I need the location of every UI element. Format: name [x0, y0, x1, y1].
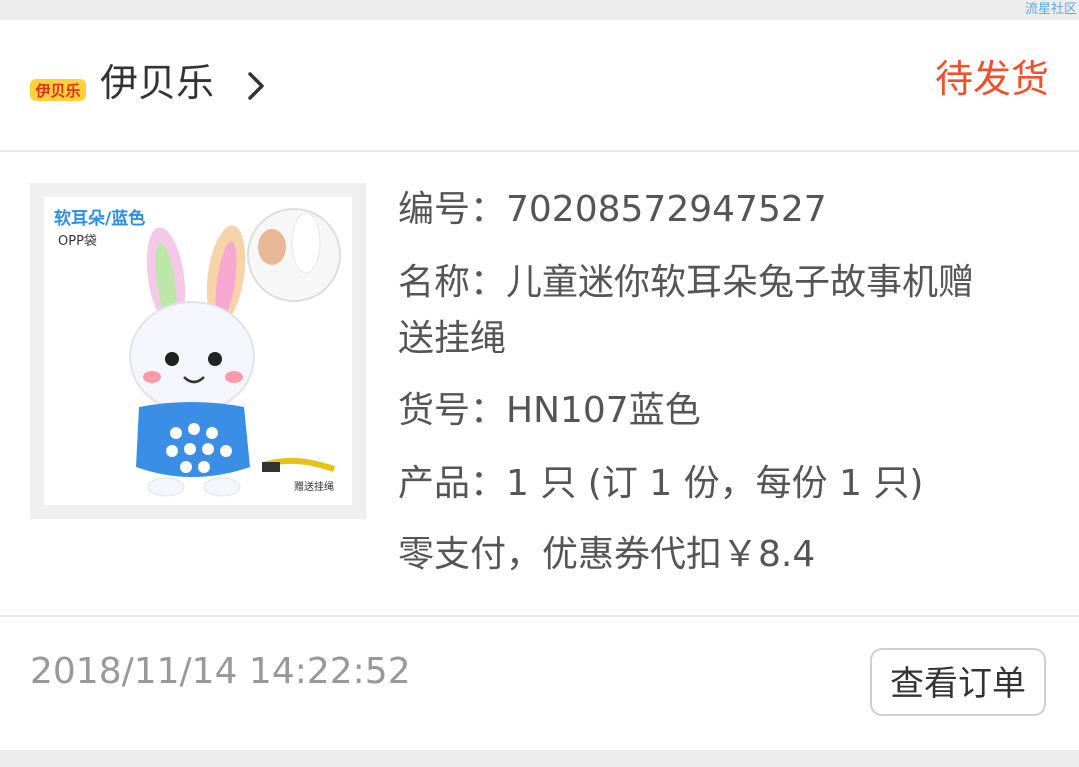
product-name-line1: 名称：儿童迷你软耳朵兔子故事机赠	[398, 262, 975, 303]
view-order-button[interactable]: 查看订单	[870, 648, 1046, 716]
order-number: 编号：70208572947527	[398, 189, 827, 230]
divider	[0, 150, 1079, 152]
shop-logo: 伊贝乐	[30, 79, 86, 101]
product-image[interactable]: 软耳朵/蓝色 OPP袋 赠送挂绳	[30, 183, 366, 519]
divider	[0, 615, 1079, 617]
chevron-right-icon[interactable]	[244, 70, 268, 102]
order-status: 待发货	[934, 57, 1049, 101]
watermark: 流星社区	[1024, 2, 1077, 17]
product-name-line2: 送挂绳	[398, 318, 507, 359]
order-card[interactable]: 伊贝乐 伊贝乐 待发货 软耳朵/蓝色 OPP袋 赠送挂绳 编号：70208572…	[0, 20, 1079, 750]
svg-text:软耳朵/蓝色: 软耳朵/蓝色	[54, 208, 145, 229]
payment-info: 零支付，优惠券代扣￥8.4	[398, 534, 816, 575]
bunny-toy-picture: 软耳朵/蓝色 OPP袋 赠送挂绳	[54, 208, 341, 497]
svg-text:伊贝乐: 伊贝乐	[34, 82, 80, 100]
svg-text:赠送挂绳: 赠送挂绳	[294, 480, 334, 493]
product-quantity: 产品：1 只 (订 1 份，每份 1 只)	[398, 463, 924, 504]
order-header[interactable]: 伊贝乐 伊贝乐 待发货	[0, 20, 1079, 150]
svg-text:OPP袋: OPP袋	[58, 234, 97, 249]
order-date: 2018/11/14 14:22:52	[30, 651, 411, 692]
product-sku: 货号：HN107蓝色	[398, 390, 701, 431]
shop-name[interactable]: 伊贝乐	[100, 60, 214, 106]
